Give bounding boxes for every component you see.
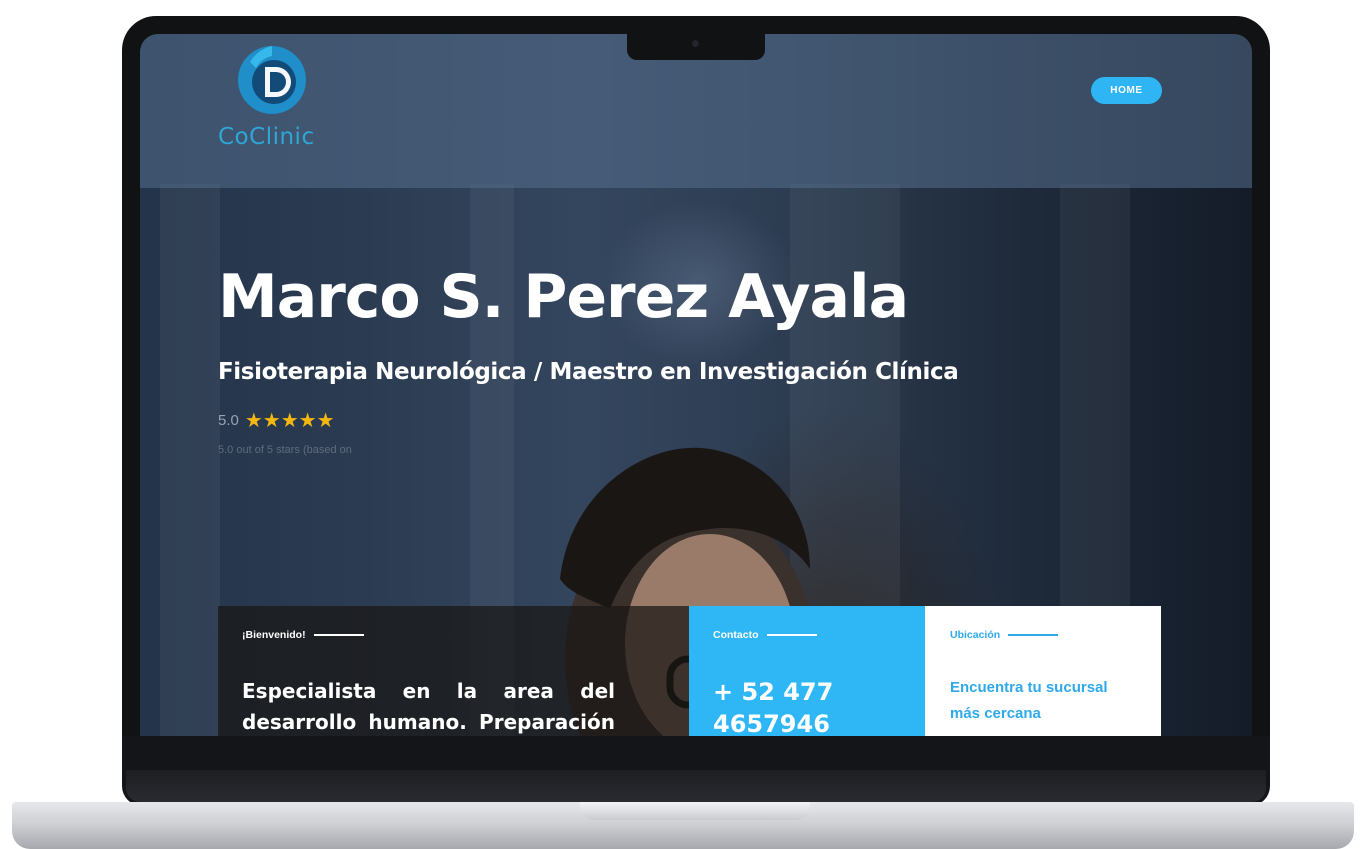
laptop-thumb-notch: [580, 802, 810, 820]
rating-caption: 5.0 out of 5 stars (based on: [218, 444, 352, 456]
label-divider: [1008, 634, 1059, 636]
hero-name: Marco S. Perez Ayala: [218, 262, 909, 332]
hero-subtitle: Fisioterapia Neurológica / Maestro en In…: [218, 359, 959, 385]
location-label: Ubicación: [950, 629, 1001, 641]
laptop-hinge: [126, 770, 1266, 802]
welcome-text: Especialista en la area del desarrollo h…: [242, 679, 615, 734]
webcam-icon: [692, 40, 699, 47]
rating: 5.0 ★ ★ ★ ★ ★: [218, 410, 335, 430]
coclinic-logo-icon: [238, 46, 306, 114]
logo-text: CoClinic: [218, 124, 315, 150]
site-logo[interactable]: CoClinic: [218, 42, 318, 160]
welcome-label: ¡Bienvenido!: [242, 629, 306, 641]
star-icon: ★: [316, 408, 335, 432]
browser-viewport: CoClinic HOME Marco S. Perez Ayala Fisio…: [140, 34, 1252, 736]
label-divider: [766, 634, 817, 636]
welcome-card: ¡Bienvenido! Especialista en la area del…: [218, 606, 689, 736]
star-icon: ★: [298, 408, 317, 432]
nav-home-button[interactable]: HOME: [1091, 77, 1162, 104]
star-icon: ★: [262, 408, 281, 432]
rating-value: 5.0: [218, 411, 239, 429]
star-icon: ★: [244, 408, 263, 432]
location-card: Ubicación Encuentra tu sucursal más cerc…: [925, 606, 1161, 736]
star-icon: ★: [280, 408, 299, 432]
location-link[interactable]: Encuentra tu sucursal más cercana: [950, 675, 1140, 727]
contact-card: Contacto + 52 477 4657946: [689, 606, 925, 736]
contact-label: Contacto: [713, 629, 759, 641]
label-divider: [313, 634, 364, 636]
contact-phone-link[interactable]: + 52 477 4657946: [713, 676, 913, 736]
